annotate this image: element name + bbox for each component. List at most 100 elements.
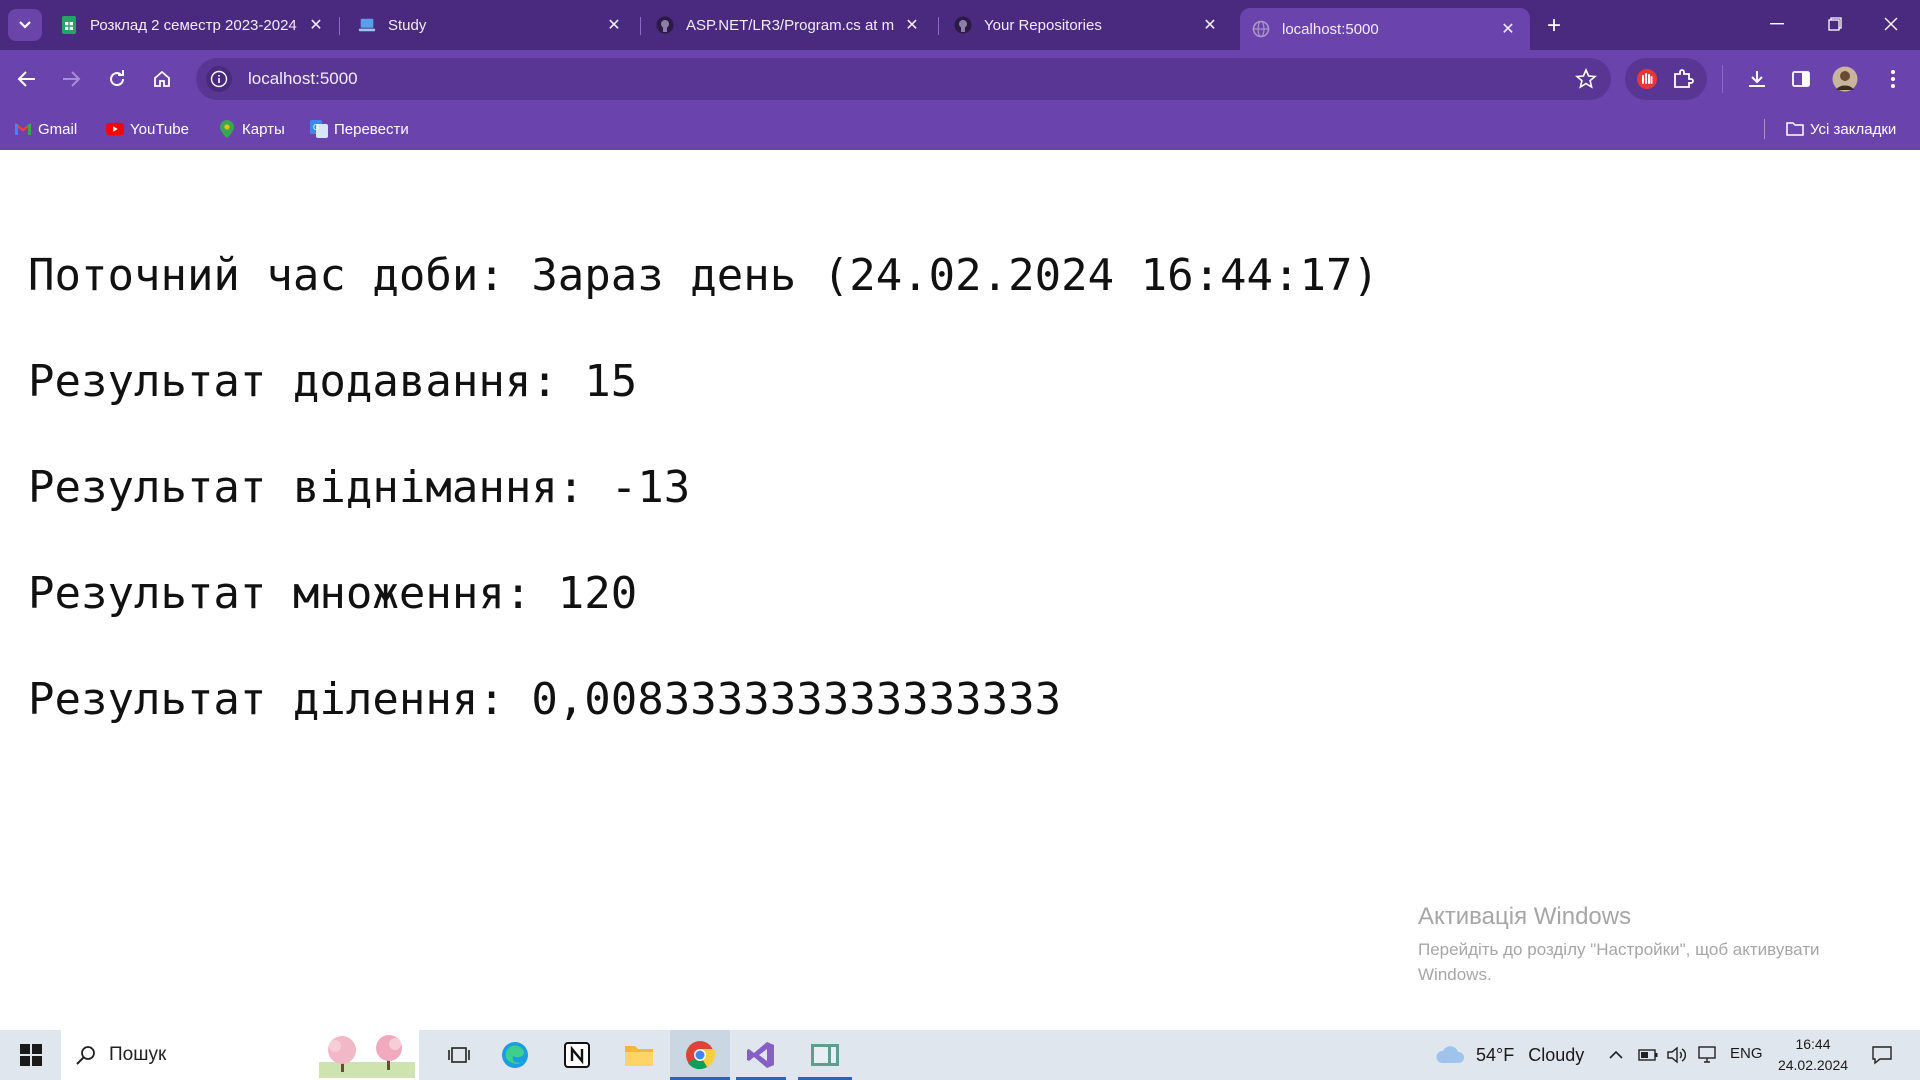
maps-pin-icon (218, 120, 236, 138)
extensions-group (1625, 58, 1707, 100)
gmail-icon (14, 120, 32, 138)
bookmark-label: YouTube (130, 120, 189, 138)
tab-strip: Розклад 2 семестр 2023-2024.x ✕ Study ✕ … (0, 0, 1920, 50)
search-placeholder: Пошук (109, 1044, 167, 1065)
tab-study[interactable]: Study ✕ (346, 8, 636, 42)
page-content: Поточний час доби: Зараз день (24.02.202… (0, 150, 1920, 1030)
division-result-line: Результат ділення: 0,008333333333333333 (28, 674, 1062, 725)
app-window-icon[interactable] (798, 1030, 852, 1080)
minimize-button[interactable] (1748, 0, 1806, 48)
reload-button[interactable] (102, 64, 132, 94)
tab-your-repositories[interactable]: Your Repositories ✕ (942, 8, 1232, 42)
site-info-icon[interactable] (206, 66, 232, 92)
task-view-icon[interactable] (436, 1030, 482, 1080)
visual-studio-icon[interactable] (736, 1030, 786, 1080)
bookmark-label: Карты (242, 120, 285, 138)
avatar[interactable] (1830, 64, 1860, 94)
clock-date[interactable]: 24.02.2024 (1772, 1057, 1854, 1073)
adblock-extension-icon[interactable] (1635, 67, 1659, 96)
addition-result-line: Результат додавання: 15 (28, 356, 638, 407)
tab-separator (640, 17, 641, 35)
tab-title: localhost:5000 (1282, 20, 1379, 38)
home-icon (154, 70, 170, 87)
search-icon (75, 1044, 97, 1066)
youtube-icon (106, 120, 124, 138)
tab-title: Розклад 2 семестр 2023-2024.x (90, 16, 298, 34)
notifications-icon[interactable] (1862, 1030, 1902, 1080)
reload-icon (110, 70, 125, 87)
svg-text:G: G (313, 123, 319, 132)
clock-time[interactable]: 16:44 (1778, 1036, 1848, 1052)
address-bar[interactable]: localhost:5000 (196, 58, 1611, 100)
time-of-day-line: Поточний час доби: Зараз день (24.02.202… (28, 250, 1380, 301)
browser-toolbar: localhost:5000 (0, 50, 1920, 108)
github-icon (954, 16, 972, 34)
close-icon[interactable]: ✕ (902, 15, 922, 35)
chevron-down-icon (19, 21, 31, 29)
close-icon[interactable]: ✕ (1200, 15, 1220, 35)
weather-temp: 54°F (1476, 1044, 1515, 1065)
network-icon[interactable] (1694, 1030, 1720, 1080)
bookmark-translate[interactable]: G Перевести (310, 118, 409, 140)
edge-icon[interactable] (490, 1030, 540, 1080)
minimize-icon (1770, 23, 1784, 25)
tab-separator (339, 17, 340, 35)
blossom-trees-illustration-icon (319, 1032, 415, 1080)
restore-button[interactable] (1806, 0, 1864, 48)
close-window-button[interactable] (1862, 0, 1920, 48)
close-icon[interactable]: ✕ (306, 15, 326, 35)
home-button[interactable] (147, 64, 177, 94)
github-icon (656, 16, 674, 34)
notion-icon[interactable] (552, 1030, 602, 1080)
tab-search-button[interactable] (8, 9, 42, 41)
taskbar-search-box[interactable]: Пошук (61, 1030, 419, 1080)
bookmark-maps[interactable]: Карты (218, 118, 285, 140)
download-icon[interactable] (1742, 64, 1772, 94)
tab-title: Your Repositories (984, 16, 1102, 34)
close-icon[interactable]: ✕ (604, 15, 624, 35)
close-icon[interactable]: ✕ (1498, 19, 1518, 39)
restore-icon (1828, 17, 1842, 31)
tab-localhost[interactable]: localhost:5000 ✕ (1240, 8, 1530, 50)
windows-activation-title: Активація Windows (1418, 903, 1632, 930)
laptop-icon (358, 16, 376, 34)
windows-activation-text: Перейдіть до розділу "Настройки", щоб ак… (1418, 940, 1820, 984)
toolbar-divider (1722, 65, 1723, 93)
puzzle-extensions-icon[interactable] (1671, 67, 1695, 96)
side-panel-icon[interactable] (1786, 64, 1816, 94)
back-button[interactable] (12, 64, 42, 94)
folder-icon (1786, 120, 1804, 138)
bookmark-label: Перевести (334, 120, 409, 138)
close-icon (1884, 17, 1898, 31)
start-button[interactable] (8, 1030, 54, 1080)
bookmark-youtube[interactable]: YouTube (106, 118, 189, 140)
translate-icon: G (310, 120, 328, 138)
forward-button[interactable] (56, 64, 86, 94)
volume-icon[interactable] (1664, 1030, 1688, 1080)
chevron-up-icon[interactable] (1604, 1030, 1628, 1080)
bookmark-label: Gmail (38, 120, 78, 138)
chrome-icon (686, 1041, 716, 1070)
tab-separator (938, 17, 939, 35)
bookmarks-bar: Gmail YouTube Карты G Перевести Усі закл… (0, 108, 1920, 150)
file-explorer-icon[interactable] (614, 1030, 664, 1080)
url-text[interactable]: localhost:5000 (248, 69, 358, 89)
weather-widget[interactable]: 54°F Cloudy (1434, 1030, 1594, 1080)
globe-icon (1252, 20, 1270, 38)
tab-github-program[interactable]: ASP.NET/LR3/Program.cs at ma ✕ (644, 8, 934, 42)
battery-icon[interactable] (1636, 1030, 1660, 1080)
all-bookmarks-label: Усі закладки (1810, 120, 1897, 138)
chrome-taskbar-button[interactable] (670, 1030, 730, 1080)
menu-kebab-icon[interactable] (1878, 64, 1908, 94)
all-bookmarks-button[interactable]: Усі закладки (1786, 118, 1896, 140)
new-tab-button[interactable]: + (1540, 12, 1568, 40)
arrow-left-icon (17, 71, 35, 87)
sheets-icon (60, 16, 78, 34)
language-indicator[interactable]: ENG (1730, 1045, 1763, 1062)
arrow-right-icon (63, 71, 81, 87)
multiplication-result-line: Результат множення: 120 (28, 568, 638, 619)
bookmark-gmail[interactable]: Gmail (14, 118, 77, 140)
star-icon[interactable] (1575, 67, 1597, 95)
windows-logo-icon (20, 1044, 42, 1066)
tab-schedule[interactable]: Розклад 2 семестр 2023-2024.x ✕ (48, 8, 338, 42)
